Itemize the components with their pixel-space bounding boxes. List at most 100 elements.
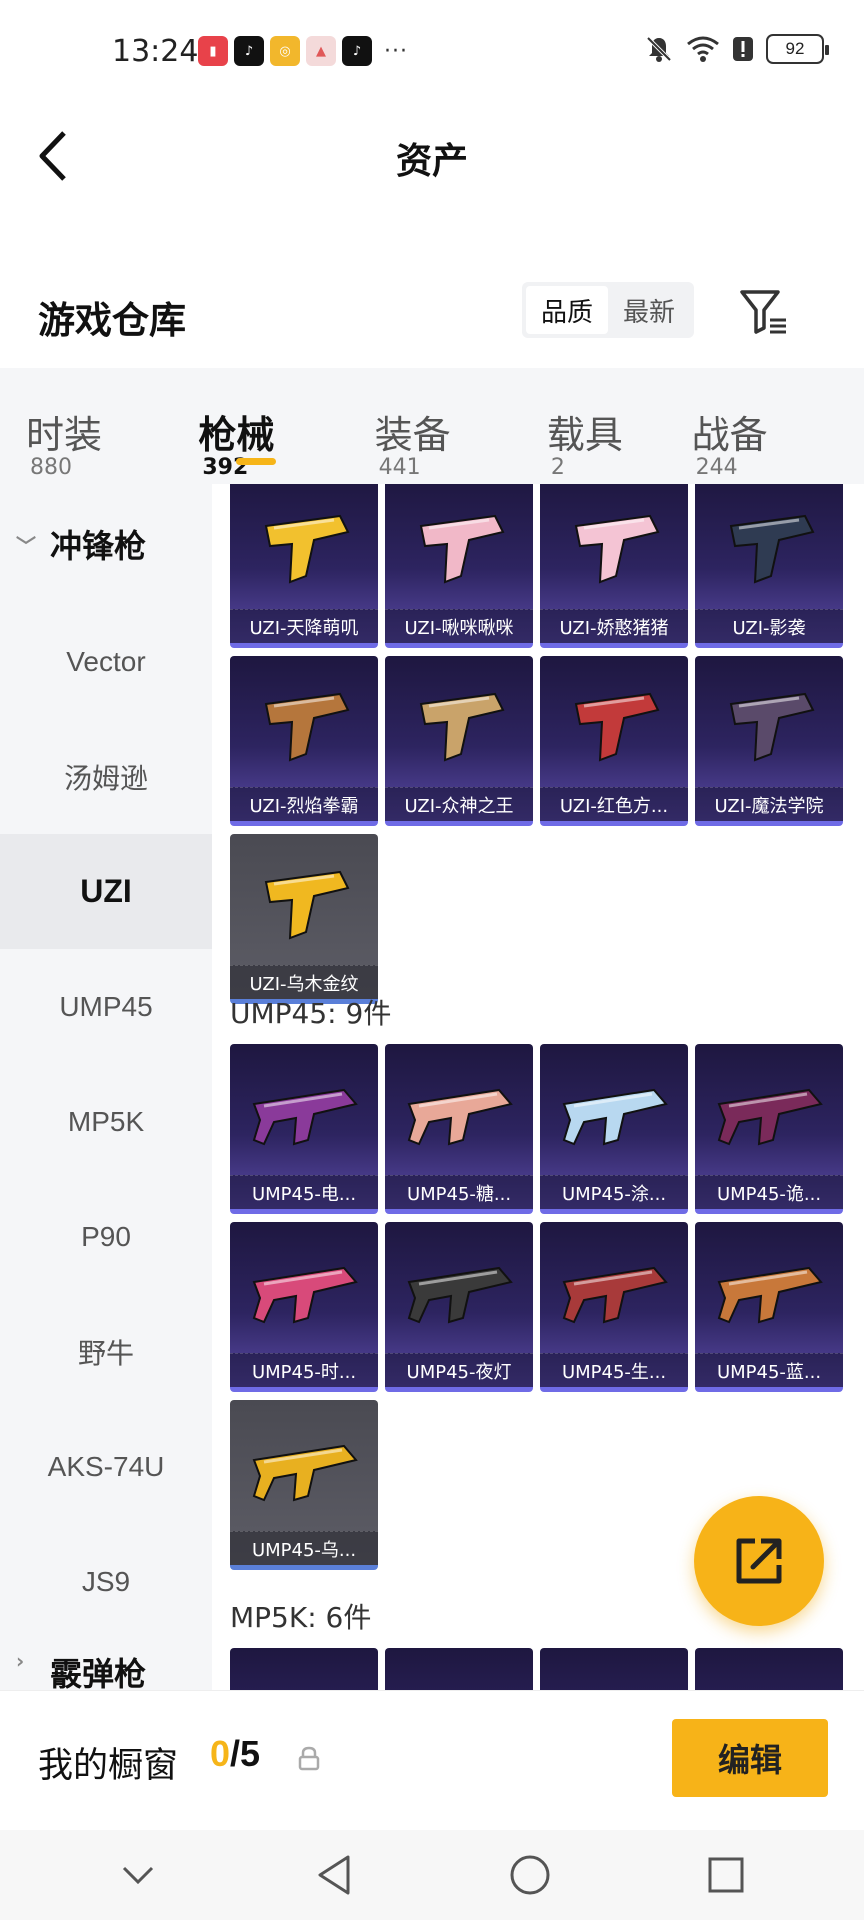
skin-card[interactable]: UMP45-时... — [230, 1222, 378, 1392]
skin-card-label: UZI-众神之王 — [385, 787, 533, 821]
chevron-down-icon: ﹀ — [16, 533, 36, 558]
tab-count: 244 — [695, 455, 738, 480]
skin-card[interactable] — [385, 1648, 533, 1690]
tab-label: 战备 — [691, 413, 768, 457]
skin-card-label: UMP45-时... — [230, 1353, 378, 1387]
showcase-label: 我的橱窗 — [38, 1746, 179, 1786]
tab-supplies[interactable]: 战备244 — [692, 368, 812, 484]
nav-home-button[interactable] — [500, 1845, 560, 1905]
skin-card[interactable]: UZI-乌木金纹 — [230, 834, 378, 1004]
sidebar-item-uzi[interactable]: UZI — [0, 834, 212, 949]
sidebar-item-bizon[interactable]: 野牛 — [0, 1294, 212, 1409]
sidebar-item-vector[interactable]: Vector — [0, 604, 212, 719]
skin-card[interactable]: UMP45-生... — [540, 1222, 688, 1392]
nav-hide-button[interactable] — [108, 1845, 168, 1905]
weapon-skin-icon — [717, 1088, 823, 1146]
tiktok-app-icon-2: ♪ — [342, 36, 372, 66]
skin-card[interactable]: UMP45-诡... — [695, 1044, 843, 1214]
showcase-current: 0 — [210, 1733, 231, 1774]
nav-recents-button[interactable] — [696, 1845, 756, 1905]
sidebar-category-smg[interactable]: ﹀ 冲锋枪 — [0, 484, 212, 604]
weapon-skin-icon — [264, 692, 350, 762]
ump45-section-title: UMP45: 9件 — [230, 997, 392, 1030]
nav-back-button[interactable] — [304, 1845, 364, 1905]
sidebar-category-shotgun[interactable]: › 霰弹枪 — [0, 1639, 212, 1690]
skin-card[interactable]: UMP45-电... — [230, 1044, 378, 1214]
weapon-skin-icon — [252, 1266, 358, 1324]
weapon-skin-icon — [252, 1444, 358, 1502]
status-app-icons: ▮ ♪ ◎ ▲ ♪ ··· — [198, 36, 408, 66]
tab-label: 时装 — [26, 413, 103, 457]
skin-card-label: UMP45-涂... — [540, 1175, 688, 1209]
skin-card[interactable]: UMP45-乌... — [230, 1400, 378, 1570]
chevron-right-icon: › — [16, 1649, 25, 1673]
showcase-total: /5 — [230, 1733, 261, 1774]
weapon-skin-icon — [562, 1266, 668, 1324]
share-button[interactable] — [694, 1496, 824, 1626]
tab-weapons[interactable]: 枪械392 — [198, 368, 322, 484]
showcase-count: 0/5 — [210, 1733, 260, 1775]
skin-card[interactable]: UZI-魔法学院 — [695, 656, 843, 826]
circle-home-icon — [510, 1855, 550, 1895]
skin-card[interactable] — [695, 1648, 843, 1690]
skin-card[interactable]: UMP45-涂... — [540, 1044, 688, 1214]
tiktok-app-icon: ♪ — [234, 36, 264, 66]
skin-card-label: UZI-影袭 — [695, 609, 843, 643]
huawei-app-icon: ▮ — [198, 36, 228, 66]
tab-equipment[interactable]: 装备441 — [375, 368, 495, 484]
status-time: 13:24 — [112, 34, 199, 69]
uzi-skin-grid: UZI-天降萌叽 UZI-啾咪啾咪 UZI-娇憨猪猪 UZI-影袭 UZI-烈焰拳霸 UZ… — [230, 484, 843, 1004]
chevron-down-icon — [122, 1866, 154, 1885]
tab-label: 载具 — [546, 413, 623, 457]
skin-card[interactable]: UMP45-糖... — [385, 1044, 533, 1214]
skin-card[interactable]: UZI-红色方... — [540, 656, 688, 826]
tab-vehicles[interactable]: 载具2 — [547, 368, 640, 484]
weapon-skin-icon — [574, 692, 660, 762]
filter-icon — [740, 290, 786, 334]
status-bar: 13:24 ▮ ♪ ◎ ▲ ♪ ··· 92 — [0, 0, 864, 104]
alert-icon — [733, 37, 753, 61]
filter-button[interactable] — [738, 286, 790, 338]
mute-bell-icon — [646, 36, 672, 62]
skin-card[interactable]: UMP45-蓝... — [695, 1222, 843, 1392]
sort-latest-button[interactable]: 最新 — [608, 286, 690, 334]
sort-quality-button[interactable]: 品质 — [526, 286, 608, 334]
skin-card[interactable]: UMP45-夜灯 — [385, 1222, 533, 1392]
weapon-skin-icon — [729, 514, 815, 584]
sidebar-item-p90[interactable]: P90 — [0, 1179, 212, 1294]
weapon-skin-icon — [244, 1668, 364, 1690]
warehouse-title: 游戏仓库 — [38, 299, 186, 342]
skin-card[interactable]: UZI-天降萌叽 — [230, 484, 378, 648]
skin-card[interactable] — [230, 1648, 378, 1690]
app-header: 资产 — [0, 104, 864, 204]
skin-card[interactable]: UZI-众神之王 — [385, 656, 533, 826]
skin-card[interactable]: UZI-娇憨猪猪 — [540, 484, 688, 648]
weapon-skin-icon — [574, 514, 660, 584]
mp5k-skin-grid — [230, 1648, 843, 1690]
ump45-skin-grid: UMP45-电... UMP45-糖... UMP45-涂... UMP45-诡...… — [230, 1044, 843, 1570]
triangle-back-icon — [318, 1855, 350, 1895]
app-target-icon: ◎ — [270, 36, 300, 66]
weapon-skin-icon — [709, 1668, 829, 1690]
sidebar-item-mp5k[interactable]: MP5K — [0, 1064, 212, 1179]
weapon-skin-icon — [399, 1668, 519, 1690]
skin-card[interactable]: UZI-影袭 — [695, 484, 843, 648]
sidebar-item-ump45[interactable]: UMP45 — [0, 949, 212, 1064]
sidebar-category-label: 霰弹枪 — [50, 1655, 147, 1690]
tab-fashion[interactable]: 时装880 — [26, 368, 146, 484]
skin-card-label: UMP45-生... — [540, 1353, 688, 1387]
share-external-icon — [736, 1538, 782, 1584]
skin-card-label: UZI-烈焰拳霸 — [230, 787, 378, 821]
weapon-skin-icon — [562, 1088, 668, 1146]
sidebar-item-thompson[interactable]: 汤姆逊 — [0, 719, 212, 834]
weapon-skin-icon — [729, 692, 815, 762]
skin-card[interactable] — [540, 1648, 688, 1690]
skin-card[interactable]: UZI-啾咪啾咪 — [385, 484, 533, 648]
sidebar-item-js9[interactable]: JS9 — [0, 1524, 212, 1639]
weapon-sidebar: ﹀ 冲锋枪 Vector 汤姆逊 UZI UMP45 MP5K P90 野牛 A… — [0, 484, 212, 1690]
category-tabs: 时装880 枪械392 装备441 载具2 战备244 — [0, 368, 864, 484]
skin-card[interactable]: UZI-烈焰拳霸 — [230, 656, 378, 826]
weapon-skin-icon — [407, 1266, 513, 1324]
sidebar-item-aks74u[interactable]: AKS-74U — [0, 1409, 212, 1524]
edit-button[interactable]: 编辑 — [672, 1719, 828, 1797]
